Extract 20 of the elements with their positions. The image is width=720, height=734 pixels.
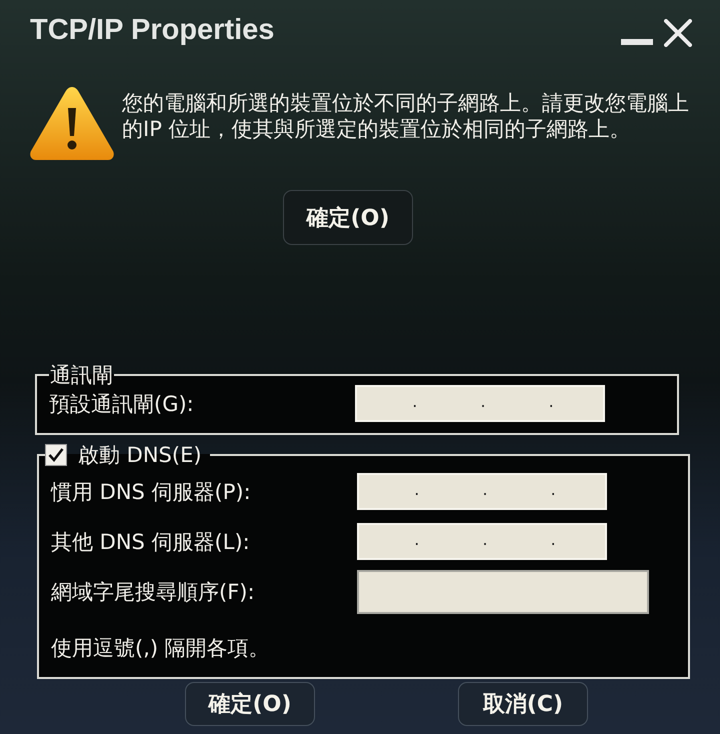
ok-button[interactable]: 確定(O) bbox=[283, 190, 413, 245]
field-label: 網域字尾搜尋順序(F): bbox=[51, 579, 256, 606]
hint-text: 使用逗號(,) 隔開各項。 bbox=[51, 635, 271, 662]
cancel-button[interactable]: 取消(C) bbox=[458, 682, 588, 726]
ok-button[interactable]: 確定(O) bbox=[185, 682, 315, 726]
field-label: 慣用 DNS 伺服器(P): bbox=[51, 478, 252, 506]
warning-icon bbox=[28, 84, 116, 162]
field-label: 其他 DNS 伺服器(L): bbox=[51, 528, 251, 556]
field-label: 預設通訊閘(G): bbox=[49, 390, 195, 418]
minimize-icon[interactable] bbox=[621, 38, 653, 46]
ip-address-field[interactable]: . . . bbox=[355, 385, 605, 422]
alert-message: 您的電腦和所選的裝置位於不同的子網路上。請更改您電腦上的IP 位址，使其與所選定的裝置位於相同的子網路上。 bbox=[122, 90, 690, 142]
input-field[interactable] bbox=[357, 570, 649, 614]
group-label: 通訊閘 bbox=[49, 362, 114, 389]
checkbox-label[interactable]: 啟動 DNS(E) bbox=[78, 441, 202, 469]
checkbox[interactable] bbox=[45, 444, 67, 466]
close-icon[interactable] bbox=[664, 19, 692, 47]
ip-address-field[interactable]: . . . bbox=[357, 523, 607, 560]
ip-address-field[interactable]: . . . bbox=[357, 473, 607, 510]
window-title: TCP/IP Properties bbox=[30, 14, 274, 46]
